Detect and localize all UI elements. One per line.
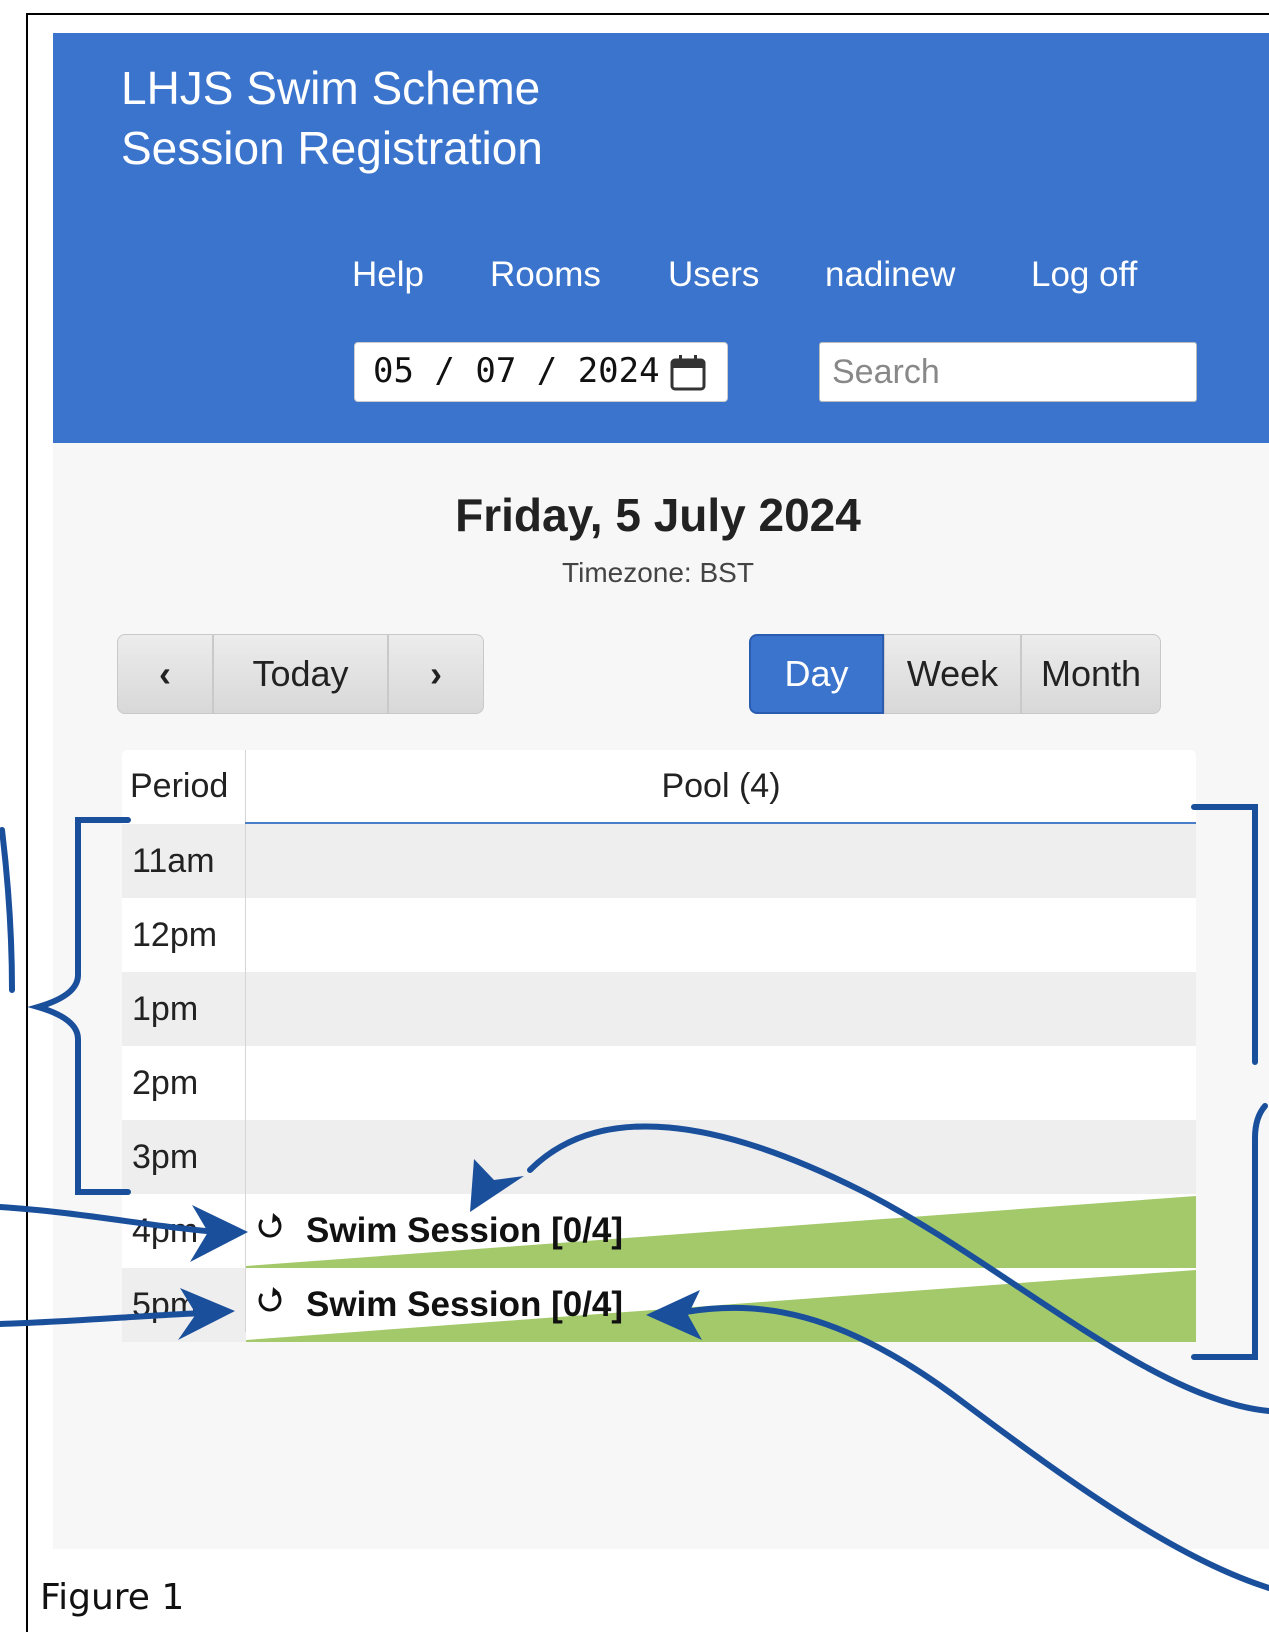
pool-column-header[interactable]: Pool (4) <box>246 750 1196 822</box>
grid-row-3pm: 3pm <box>122 1120 1196 1194</box>
nav-logoff-link[interactable]: Log off <box>1031 255 1137 295</box>
repeat-icon <box>256 1285 286 1325</box>
period-label: 12pm <box>132 915 218 954</box>
booking-app: LHJS Swim Scheme Session Registration He… <box>53 33 1269 1549</box>
prev-day-button[interactable]: ‹ <box>117 634 213 714</box>
grid-row-2pm: 2pm <box>122 1046 1196 1120</box>
view-week-button[interactable]: Week <box>884 634 1021 714</box>
figure-caption: Figure 1 <box>40 1577 185 1618</box>
column-divider <box>245 750 246 1332</box>
period-label: 11am <box>132 841 215 880</box>
app-brand[interactable]: LHJS Swim Scheme Session Registration <box>121 58 543 178</box>
grid-row-12pm: 12pm <box>122 898 1196 972</box>
app-title: LHJS Swim Scheme <box>121 62 541 114</box>
day-title: Friday, 5 July 2024 <box>455 489 861 541</box>
nav-users-link[interactable]: Users <box>668 255 759 295</box>
search-input[interactable] <box>819 342 1197 402</box>
grid-row-1pm: 1pm <box>122 972 1196 1046</box>
booking-title: Swim Session [0/4] <box>306 1285 624 1324</box>
booking-grid: Period Pool (4) 11am 12pm 1pm 2pm 3pm 4pm Swim… <box>122 750 1196 1342</box>
app-subtitle: Session Registration <box>121 122 543 174</box>
app-header: LHJS Swim Scheme Session Registration He… <box>53 33 1269 443</box>
booking-swim-session[interactable]: Swim Session [0/4] <box>246 1194 1196 1268</box>
booking-swim-session[interactable]: Swim Session [0/4] <box>246 1268 1196 1342</box>
grid-row-11am: 11am <box>122 824 1196 898</box>
period-label: 3pm <box>132 1137 199 1176</box>
timezone-label: Timezone: BST <box>562 557 754 588</box>
annotation-line-left-edge <box>0 827 15 993</box>
next-day-button[interactable]: › <box>388 634 484 714</box>
grid-row-5pm: 5pm Swim Session [0/4] <box>122 1268 1196 1342</box>
figure-stage: LHJS Swim Scheme Session Registration He… <box>0 0 1269 1632</box>
booking-label: Swim Session [0/4] <box>256 1194 623 1268</box>
date-value: 05 / 07 / 2024 <box>373 351 660 391</box>
period-label: 1pm <box>132 989 199 1028</box>
repeat-icon <box>256 1211 286 1251</box>
nav-user-profile-link[interactable]: nadinew <box>825 255 955 295</box>
today-button[interactable]: Today <box>213 634 388 714</box>
view-day-button[interactable]: Day <box>749 634 884 714</box>
header-divider <box>245 822 1196 824</box>
nav-help-link[interactable]: Help <box>352 255 424 295</box>
booking-title: Swim Session [0/4] <box>306 1211 624 1250</box>
period-column-header: Period <box>130 766 229 805</box>
date-picker-input[interactable]: 05 / 07 / 2024 <box>354 342 728 402</box>
period-label: 4pm <box>132 1211 199 1250</box>
grid-row-4pm: 4pm Swim Session [0/4] <box>122 1194 1196 1268</box>
booking-label: Swim Session [0/4] <box>256 1268 623 1342</box>
nav-rooms-link[interactable]: Rooms <box>490 255 601 295</box>
period-label: 5pm <box>132 1285 199 1324</box>
calendar-icon[interactable] <box>669 354 707 397</box>
period-label: 2pm <box>132 1063 199 1102</box>
view-month-button[interactable]: Month <box>1021 634 1161 714</box>
